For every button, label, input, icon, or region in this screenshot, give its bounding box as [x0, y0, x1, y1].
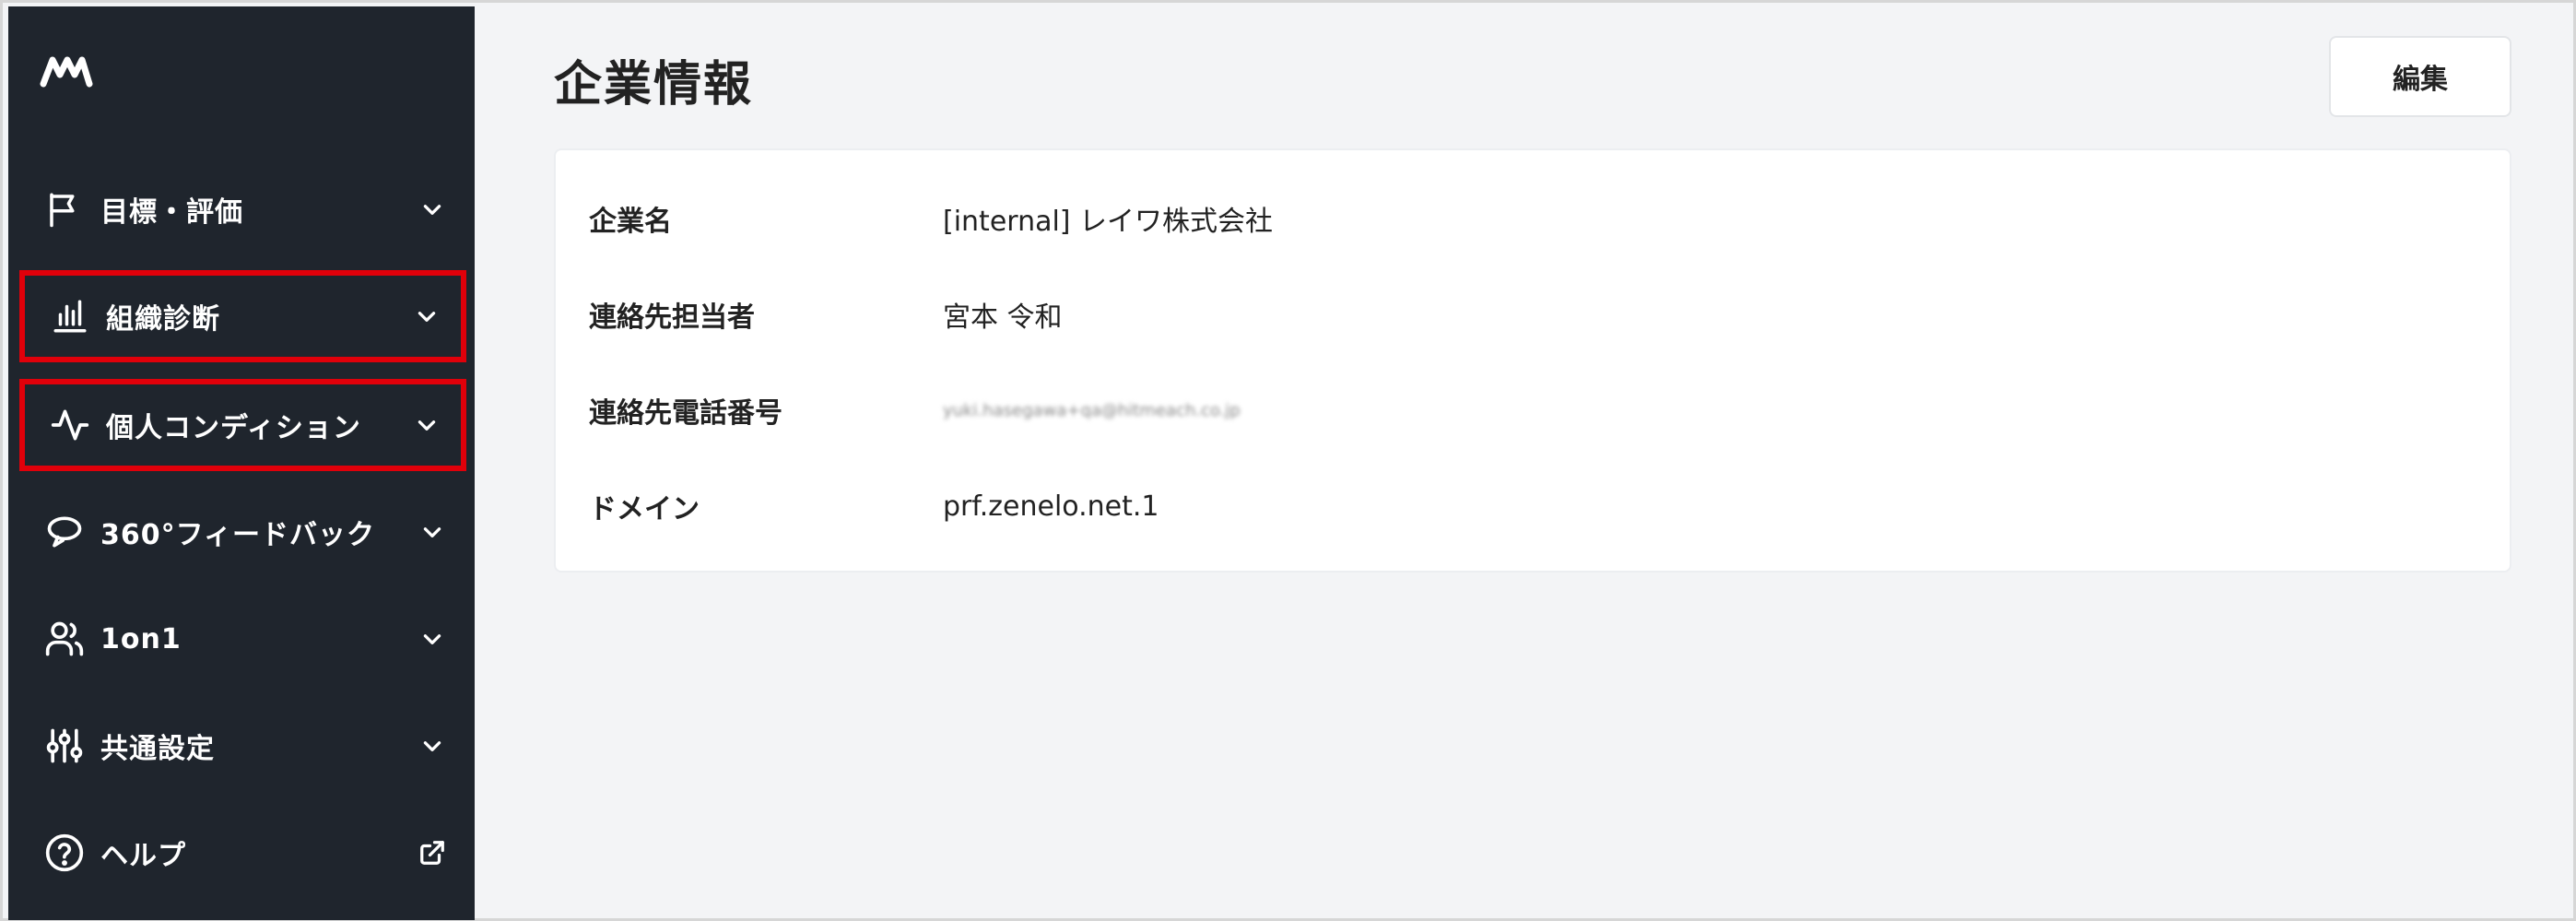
sidebar-item-common-settings[interactable]: 共通設定 [19, 705, 466, 786]
sidebar-item-label: 目標・評価 [100, 196, 243, 229]
chevron-down-icon[interactable] [413, 411, 441, 439]
flag-icon [43, 188, 86, 230]
field-label: 企業名 [589, 206, 672, 238]
field-value: prf.zenelo.net.1 [943, 490, 1159, 523]
sidebar-item-label: 1on1 [100, 622, 182, 655]
field-value: yuki.hasegawa+qa@hitmeach.co.jp [943, 400, 1241, 420]
info-row-company-name: 企業名 [internal] レイワ株式会社 [556, 191, 2510, 246]
field-value: 宮本 令和 [943, 301, 1063, 334]
sidebar-item-help[interactable]: ヘルプ [19, 812, 466, 893]
users-icon [43, 618, 86, 660]
sidebar-item-label: 組織診断 [106, 303, 220, 336]
bar-chart-icon [49, 295, 91, 337]
sidebar-item-label: ヘルプ [100, 840, 186, 872]
info-row-contact-phone: 連絡先電話番号 yuki.hasegawa+qa@hitmeach.co.jp [556, 383, 2510, 438]
company-info-card: 企業名 [internal] レイワ株式会社 連絡先担当者 宮本 令和 連絡先電… [554, 148, 2511, 573]
sidebar-item-label: 共通設定 [100, 733, 215, 765]
app-frame: 目標・評価 組織診断 個人コンディション 360°フィードバック 1on1 共通… [0, 0, 2576, 921]
sliders-icon [43, 725, 86, 767]
sidebar-item-1on1[interactable]: 1on1 [19, 598, 466, 679]
sidebar-item-goals-evaluation[interactable]: 目標・評価 [19, 169, 466, 250]
info-row-contact-person: 連絡先担当者 宮本 令和 [556, 287, 2510, 342]
sidebar-item-360-feedback[interactable]: 360°フィードバック [19, 491, 466, 573]
field-label: ドメイン [589, 493, 700, 525]
field-label: 連絡先担当者 [589, 301, 755, 334]
external-link-icon[interactable] [418, 839, 446, 867]
chevron-down-icon[interactable] [413, 302, 441, 330]
chevron-down-icon[interactable] [418, 195, 446, 223]
sidebar-item-label: 360°フィードバック [100, 519, 376, 551]
info-row-domain: ドメイン prf.zenelo.net.1 [556, 478, 2510, 534]
sidebar-item-organization-diagnosis[interactable]: 組織診断 [19, 270, 466, 362]
sidebar-item-label: 個人コンディション [106, 412, 361, 444]
sidebar-item-personal-condition[interactable]: 個人コンディション [19, 379, 466, 471]
pulse-icon [49, 404, 91, 446]
feedback-loop-icon [43, 511, 86, 553]
page-title: 企業情報 [554, 57, 754, 112]
chevron-down-icon[interactable] [418, 732, 446, 760]
edit-button[interactable]: 編集 [2329, 36, 2511, 117]
help-circle-icon [43, 832, 86, 874]
chevron-down-icon[interactable] [418, 625, 446, 653]
chevron-down-icon[interactable] [418, 518, 446, 546]
main-content: 企業情報 編集 企業名 [internal] レイワ株式会社 連絡先担当者 宮本… [475, 6, 2570, 915]
field-value: [internal] レイワ株式会社 [943, 206, 1274, 238]
company-logo[interactable] [38, 47, 93, 93]
sidebar: 目標・評価 組織診断 個人コンディション 360°フィードバック 1on1 共通… [8, 6, 475, 920]
field-label: 連絡先電話番号 [589, 397, 782, 430]
